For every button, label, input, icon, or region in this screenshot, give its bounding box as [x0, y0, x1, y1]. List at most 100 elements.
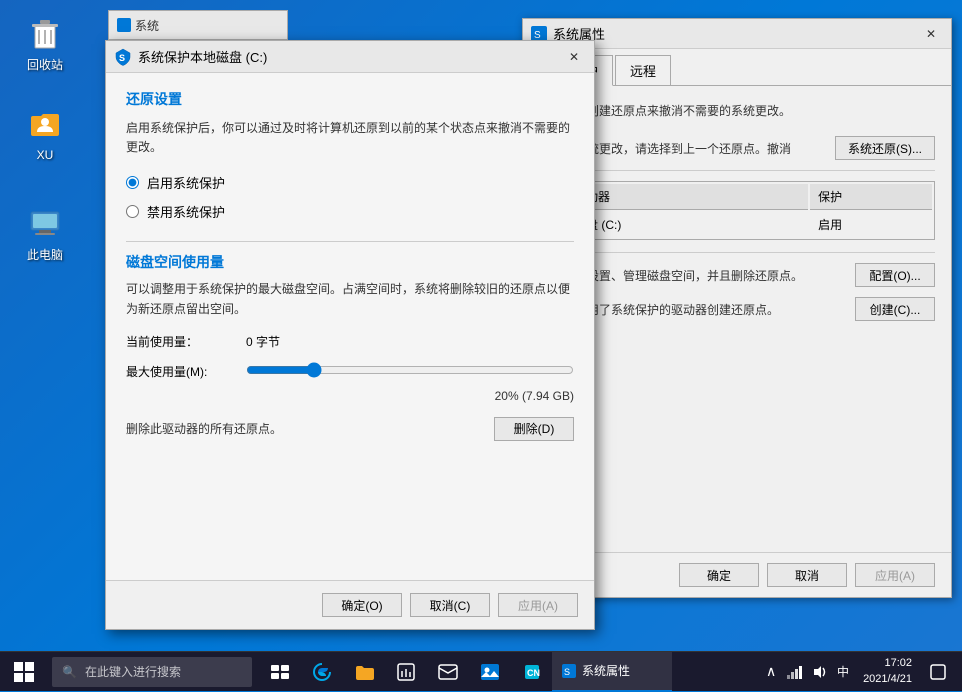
config-row: 配置还原设置、管理磁盘空间，并且删除还原点。 配置(O)...	[539, 263, 935, 287]
main-dialog-icon: S	[114, 48, 132, 66]
disable-protection-option: 禁用系统保护	[126, 202, 574, 221]
file-explorer-icon	[354, 663, 374, 681]
enable-protection-radio[interactable]	[126, 176, 139, 189]
current-usage-label: 当前使用量：	[126, 333, 246, 350]
task-view-icon	[271, 665, 289, 679]
taskbar: 🔍 在此键入进行搜索	[0, 651, 962, 691]
notification-icon	[930, 664, 946, 680]
mail-button[interactable]	[428, 652, 468, 692]
dialog-cancel-button[interactable]: 取消(C)	[410, 593, 490, 617]
edge-browser-button[interactable]	[302, 652, 342, 692]
this-pc-icon[interactable]: 此电脑	[10, 200, 80, 266]
taskbar-search-box[interactable]: 🔍 在此键入进行搜索	[52, 657, 252, 687]
restore-settings-section: 还原设置 启用系统保护后，你可以通过及时将计算机还原到以前的某个状态点来撤消不需…	[126, 89, 574, 221]
taskbar-app-icon: S	[562, 664, 576, 678]
divider-1	[539, 170, 935, 171]
enable-protection-option: 启用系统保护	[126, 173, 574, 192]
sys-props-close-button[interactable]: ✕	[919, 23, 943, 45]
disk-usage-title: 磁盘空间使用量	[126, 252, 574, 272]
svg-text:S: S	[534, 30, 541, 41]
sys-props-title: 系统属性	[553, 24, 919, 43]
sys-props-apply-button[interactable]: 应用(A)	[855, 563, 935, 587]
slider-percent-display: 20% (7.94 GB)	[126, 389, 574, 403]
tray-ime-icon[interactable]: 中	[833, 662, 853, 682]
windows-logo-icon	[14, 662, 34, 682]
taskbar-search-placeholder: 在此键入进行搜索	[85, 663, 181, 680]
dialog-ok-button[interactable]: 确定(O)	[322, 593, 402, 617]
config-button[interactable]: 配置(O)...	[855, 263, 935, 287]
recycle-bin-icon[interactable]: 回收站	[10, 10, 80, 76]
svg-text:S: S	[119, 53, 125, 63]
protection-table: 可用驱动器 保护 本地磁盘 (C:) 启用	[539, 181, 935, 240]
disk-usage-desc: 可以调整用于系统保护的最大磁盘空间。占满空间时，系统将删除较旧的还原点以便为新还…	[126, 280, 574, 318]
network-icon	[787, 665, 803, 679]
photos-icon	[480, 663, 500, 681]
max-usage-slider-row: 最大使用量(M):	[126, 362, 574, 381]
tray-network-icon[interactable]	[785, 662, 805, 682]
taskbar-app-sys-props[interactable]: S 系统属性	[552, 652, 672, 692]
max-usage-slider[interactable]	[246, 362, 574, 378]
secondary-window-titlebar: 系统	[108, 10, 288, 40]
max-usage-label: 最大使用量(M):	[126, 363, 246, 380]
divider-main	[126, 241, 574, 242]
main-dialog-close-button[interactable]: ✕	[562, 46, 586, 68]
taskbar-app-label: 系统属性	[582, 662, 630, 679]
slider-container	[246, 362, 574, 381]
restore-settings-desc: 启用系统保护后，你可以通过及时将计算机还原到以前的某个状态点来撤消不需要的更改。	[126, 119, 574, 157]
sys-restore-row: 要撤消系统更改，请选择到上一个还原点。撤消 系统还原(S)...	[539, 136, 935, 160]
store-button[interactable]	[386, 652, 426, 692]
tray-volume-icon[interactable]	[809, 662, 829, 682]
secondary-window-text: 系统	[135, 17, 159, 34]
taskbar-search-icon: 🔍	[62, 665, 77, 679]
disk-usage-section: 磁盘空间使用量 可以调整用于系统保护的最大磁盘空间。占满空间时，系统将删除较旧的…	[126, 252, 574, 440]
main-dialog-title: 系统保护本地磁盘 (C:)	[138, 47, 562, 66]
main-dialog-controls: ✕	[562, 46, 586, 68]
flag-button[interactable]: CN	[512, 652, 552, 692]
main-dialog-titlebar: S 系统保护本地磁盘 (C:) ✕	[106, 41, 594, 73]
enable-protection-label: 启用系统保护	[147, 173, 225, 192]
dialog-apply-button[interactable]: 应用(A)	[498, 593, 578, 617]
volume-icon	[811, 665, 827, 679]
main-dialog: S 系统保护本地磁盘 (C:) ✕ 还原设置 启用系统保护后，你可以通过及时将计…	[105, 40, 595, 630]
tab-remote[interactable]: 远程	[615, 55, 671, 85]
table-header-protection: 保护	[810, 184, 932, 210]
delete-desc: 删除此驱动器的所有还原点。	[126, 420, 282, 437]
disable-protection-radio[interactable]	[126, 205, 139, 218]
clock-time: 17:02	[884, 656, 912, 671]
file-explorer-button[interactable]	[344, 652, 384, 692]
taskbar-icons-group: CN	[260, 652, 552, 692]
clock-area[interactable]: 17:02 2021/4/21	[857, 656, 918, 687]
sys-props-description: 可以通过创建还原点来撤消不需要的系统更改。	[539, 102, 935, 120]
flag-icon: CN	[523, 663, 541, 681]
tray-show-hidden-button[interactable]: ∧	[761, 662, 781, 682]
start-button[interactable]	[0, 652, 48, 692]
edge-icon	[312, 662, 332, 682]
sys-restore-button[interactable]: 系统还原(S)...	[835, 136, 935, 160]
table-cell-status: 启用	[810, 212, 932, 237]
restore-settings-title: 还原设置	[126, 89, 574, 109]
task-view-button[interactable]	[260, 652, 300, 692]
main-dialog-footer: 确定(O) 取消(C) 应用(A)	[106, 580, 594, 629]
disable-protection-label: 禁用系统保护	[147, 202, 225, 221]
clock-date: 2021/4/21	[863, 672, 912, 687]
table-row[interactable]: 本地磁盘 (C:) 启用	[542, 212, 932, 237]
photos-button[interactable]	[470, 652, 510, 692]
sys-props-ok-button[interactable]: 确定	[679, 563, 759, 587]
sys-props-window-controls: ✕	[919, 23, 943, 45]
protection-radio-group: 启用系统保护 禁用系统保护	[126, 173, 574, 221]
delete-button[interactable]: 删除(D)	[494, 417, 574, 441]
current-usage-value: 0 字节	[246, 333, 280, 350]
sys-restore-section: 要撤消系统更改，请选择到上一个还原点。撤消 系统还原(S)...	[539, 136, 935, 160]
svg-text:CN: CN	[527, 668, 540, 678]
delete-row: 删除此驱动器的所有还原点。 删除(D)	[126, 417, 574, 441]
secondary-window-icon	[117, 18, 131, 32]
create-button[interactable]: 创建(C)...	[855, 297, 935, 321]
mail-icon	[438, 664, 458, 680]
store-icon	[397, 663, 415, 681]
main-dialog-body: 还原设置 启用系统保护后，你可以通过及时将计算机还原到以前的某个状态点来撤消不需…	[106, 73, 594, 580]
user-folder-icon[interactable]: XU	[10, 100, 80, 166]
taskbar-right: ∧ 中 17:02 2021/4/21	[761, 652, 962, 692]
system-tray: ∧ 中	[761, 662, 853, 682]
notification-button[interactable]	[922, 652, 954, 692]
sys-props-cancel-button[interactable]: 取消	[767, 563, 847, 587]
